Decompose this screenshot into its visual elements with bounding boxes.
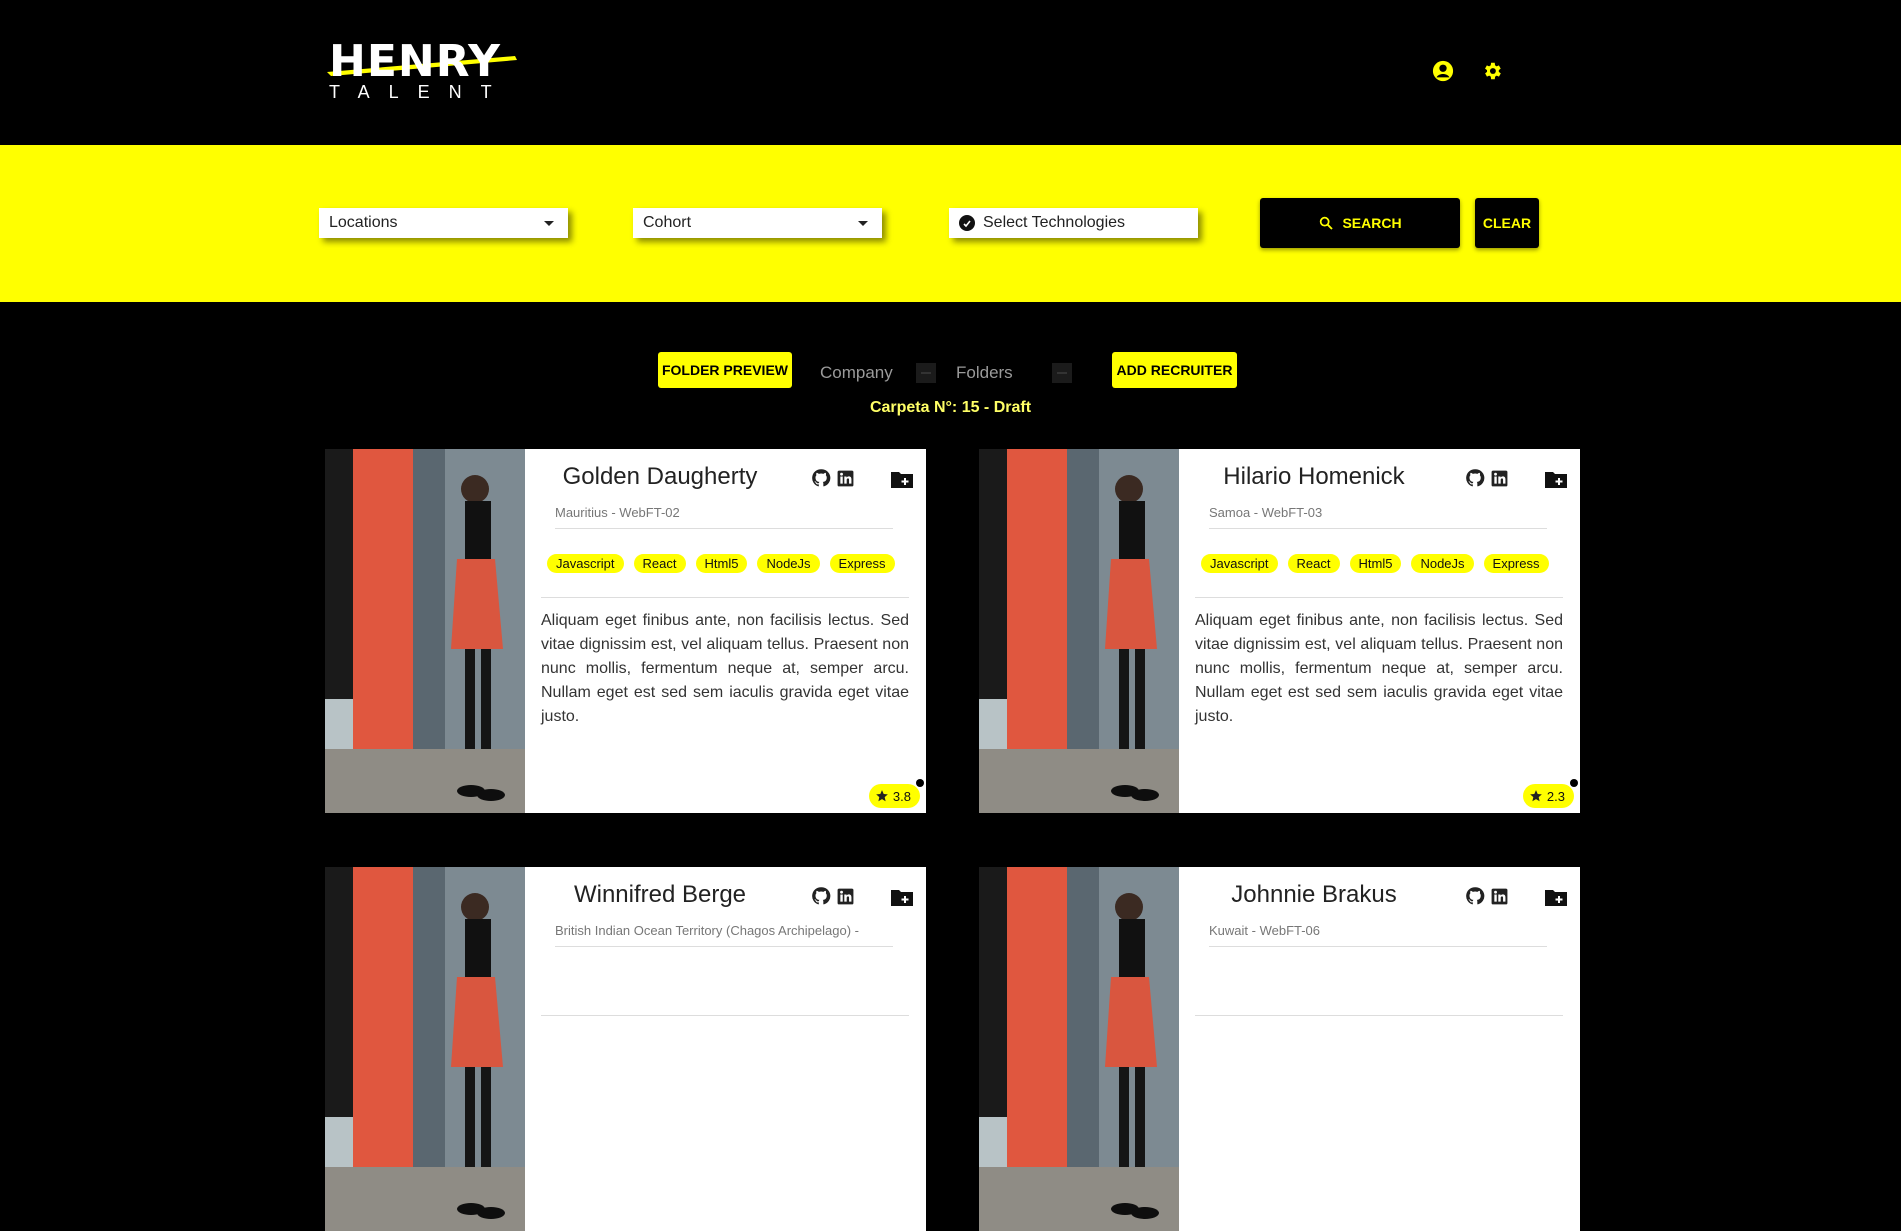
folder-preview-label: FOLDER PREVIEW [661,362,788,378]
clear-button-label: CLEAR [1482,215,1532,231]
code-icon [959,215,975,231]
candidate-location-cohort: Samoa - WebFT-03 [1209,505,1547,529]
technology-tag: React [633,554,686,573]
status-dot [1570,779,1578,787]
technology-tag: Express [829,554,895,573]
candidate-location-cohort: British Indian Ocean Territory (Chagos A… [555,923,893,947]
technology-tags: Javascript React Html5 NodeJs Express [1201,554,1549,573]
add-to-folder-icon[interactable] [890,887,914,907]
add-recruiter-label: ADD RECRUITER [1116,362,1233,378]
candidate-name: Hilario Homenick [1223,463,1405,490]
add-recruiter-button[interactable]: ADD RECRUITER [1112,352,1237,388]
star-icon [1530,790,1542,802]
cohort-select-label: Cohort [643,214,692,231]
candidate-photo [325,867,525,1231]
user-circle-icon[interactable] [1430,58,1456,84]
company-select-toggle[interactable] [916,363,936,383]
rating-badge: 2.3 [1522,784,1574,808]
star-icon [876,790,888,802]
social-links [1464,467,1510,489]
github-icon[interactable] [810,885,832,907]
company-select-label: Company [820,363,893,382]
chevron-down-icon [858,220,868,226]
locations-select-label: Locations [329,214,398,231]
candidate-location-cohort: Kuwait - WebFT-06 [1209,923,1547,947]
social-links [810,885,856,907]
add-to-folder-icon[interactable] [890,469,914,489]
candidate-description: Aliquam eget finibus ante, non facilisis… [1195,612,1563,725]
github-icon[interactable] [1464,467,1486,489]
social-links [810,467,856,489]
gear-icon[interactable] [1479,58,1505,84]
chevron-down-icon [544,220,554,226]
candidate-card[interactable]: Hilario Homenick Samoa - WebFT-03 Javasc… [979,449,1580,813]
folders-select-label: Folders [956,363,1013,382]
candidate-photo [979,449,1179,813]
technology-tag: React [1287,554,1340,573]
card-divider [541,597,909,598]
top-header: HENRY TALENT [0,0,1901,145]
technology-tag: Express [1483,554,1549,573]
technology-tag: Html5 [695,554,748,573]
status-dot [916,779,924,787]
technology-tag: Html5 [1349,554,1402,573]
rating-value: 3.8 [892,788,911,804]
linkedin-icon[interactable] [834,885,856,907]
linkedin-icon[interactable] [1488,885,1510,907]
technology-tag: NodeJs [1411,554,1474,573]
locations-select[interactable]: Locations [319,208,568,238]
linkedin-icon[interactable] [834,467,856,489]
technology-tags: Javascript React Html5 NodeJs Express [547,554,895,573]
candidate-photo [325,449,525,813]
rating-badge: 3.8 [868,784,920,808]
github-icon[interactable] [810,467,832,489]
candidate-name: Golden Daugherty [562,463,758,490]
candidate-card[interactable]: Johnnie Brakus Kuwait - WebFT-06 [979,867,1580,1231]
folder-preview-button[interactable]: FOLDER PREVIEW [658,352,792,388]
clear-button[interactable]: CLEAR [1475,198,1539,248]
candidate-location-cohort: Mauritius - WebFT-02 [555,505,893,529]
candidate-photo [979,867,1179,1231]
github-icon[interactable] [1464,885,1486,907]
logo-talent-text: TALENT [329,82,511,102]
technologies-select[interactable]: Select Technologies [949,208,1198,238]
candidate-description: Aliquam eget finibus ante, non facilisis… [541,612,909,725]
henry-talent-logo[interactable]: HENRY TALENT [327,36,523,104]
company-select[interactable]: Company [820,360,940,386]
folder-status: Carpeta N°: 15 - Draft [869,399,1032,416]
candidate-card[interactable]: Golden Daugherty Mauritius - WebFT-02 Ja… [325,449,926,813]
search-button[interactable]: SEARCH [1260,198,1460,248]
logo-henry-text: HENRY [329,36,502,87]
card-divider [1195,597,1563,598]
folders-select-toggle[interactable] [1052,363,1072,383]
search-icon [1320,216,1334,230]
technologies-select-label: Select Technologies [983,214,1126,231]
linkedin-icon[interactable] [1488,467,1510,489]
cohort-select[interactable]: Cohort [633,208,882,238]
add-to-folder-icon[interactable] [1544,887,1568,907]
candidate-card[interactable]: Winnifred Berge British Indian Ocean Ter… [325,867,926,1231]
search-button-label: SEARCH [1342,215,1402,231]
card-divider [1195,1015,1563,1016]
social-links [1464,885,1510,907]
technology-tag: NodeJs [757,554,820,573]
rating-value: 2.3 [1546,788,1565,804]
add-to-folder-icon[interactable] [1544,469,1568,489]
technology-tag: Javascript [1201,554,1278,573]
card-divider [541,1015,909,1016]
candidate-name: Winnifred Berge [573,881,747,908]
candidate-name: Johnnie Brakus [1231,881,1397,908]
technology-tag: Javascript [547,554,624,573]
folders-select[interactable]: Folders [956,360,1076,386]
